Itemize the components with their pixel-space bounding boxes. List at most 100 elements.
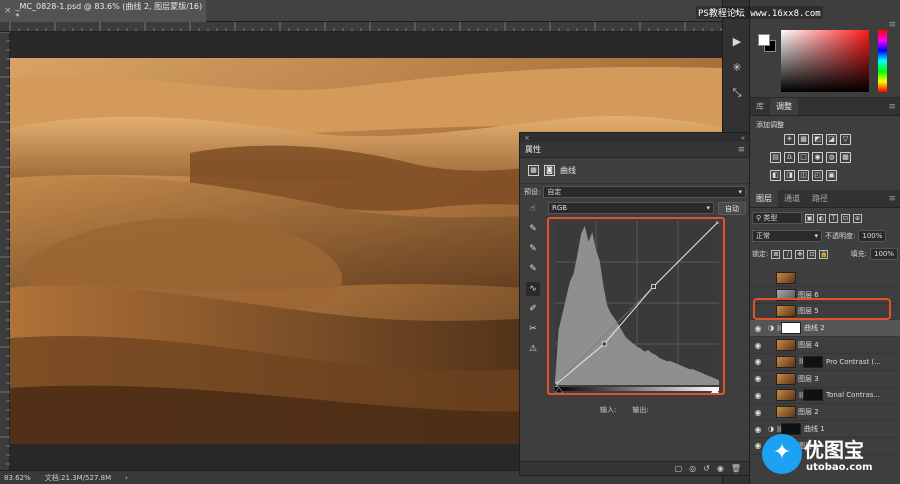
layer-filter-icon[interactable]: T — [829, 213, 838, 223]
properties-title[interactable]: 属性 — [525, 144, 541, 155]
play-icon[interactable]: ▶ — [728, 32, 746, 50]
channel-select[interactable]: RGB ▾ — [548, 202, 714, 214]
adjustment-icon[interactable]: ◨ — [784, 170, 795, 181]
adjustment-icon[interactable]: ◩ — [812, 134, 823, 145]
eye-icon[interactable]: ◉ — [750, 408, 766, 417]
color-picker-field[interactable] — [781, 30, 869, 92]
lock-icon[interactable]: ⊡ — [807, 249, 817, 259]
layer-mask-thumbnail[interactable] — [781, 322, 801, 335]
adjustment-icon[interactable]: ◪ — [826, 134, 837, 145]
blend-mode-select[interactable]: 正常 ▾ — [752, 230, 822, 242]
adjustment-icon[interactable]: ☀ — [784, 134, 795, 145]
tab-adjustments[interactable]: 调整 — [770, 98, 798, 115]
hue-slider[interactable] — [878, 30, 887, 92]
tab-layers[interactable]: 图层 — [750, 190, 778, 207]
auto-button[interactable]: 自动 — [718, 202, 746, 215]
tab-paths[interactable]: 路径 — [806, 190, 834, 207]
curves-tool-icon[interactable]: ∿ — [526, 282, 540, 296]
layer-thumbnail[interactable] — [776, 406, 796, 419]
curve-control-point[interactable] — [555, 382, 558, 388]
foreground-color-swatch[interactable] — [758, 34, 770, 46]
adjustment-icon[interactable]: ◰ — [812, 170, 823, 181]
layer-mask-thumbnail[interactable] — [803, 355, 823, 368]
properties-action-icon[interactable]: ◉ — [717, 464, 724, 473]
layer-row[interactable]: 图层 5 — [750, 304, 900, 321]
adjustment-icon[interactable]: ▦ — [798, 134, 809, 145]
fill-input[interactable]: 100% — [869, 248, 898, 260]
curve-control-point[interactable] — [601, 341, 607, 347]
layer-name[interactable]: 图层 4 — [798, 340, 819, 350]
curves-adjustment-icon[interactable]: ▦ — [528, 165, 539, 176]
layer-filter-icon[interactable]: ⊡ — [841, 213, 850, 223]
properties-titlebar[interactable]: × « — [520, 133, 749, 142]
adjustment-icon[interactable]: ▣ — [826, 170, 837, 181]
lock-icon[interactable]: ✥ — [795, 249, 805, 259]
layer-kind-filter[interactable]: ⚲ 类型 — [752, 212, 802, 224]
curves-tool-icon[interactable]: ☝ — [526, 202, 540, 216]
layer-thumbnail[interactable] — [776, 271, 796, 284]
layer-name[interactable]: Pro Contrast (... — [826, 358, 881, 366]
transform-icon[interactable]: ⤡ — [728, 84, 746, 102]
settings-gear-icon[interactable]: ✳ — [728, 58, 746, 76]
layer-row[interactable]: ◉ ⛓ Pro Contrast (... — [750, 354, 900, 371]
layer-row[interactable]: ◉ 图层 4 — [750, 337, 900, 354]
curves-tool-icon[interactable]: ✂ — [526, 322, 540, 336]
layer-thumbnail[interactable] — [776, 288, 796, 301]
properties-action-icon[interactable]: ▢ — [675, 464, 683, 473]
lock-icon[interactable]: ⊠ — [771, 249, 781, 259]
layer-row[interactable]: ◉ 图层 3 — [750, 371, 900, 388]
layer-name[interactable]: Tonal Contras... — [826, 391, 880, 399]
curve-control-point[interactable] — [651, 284, 656, 289]
layer-name[interactable]: 图层 6 — [798, 290, 819, 300]
adjustment-icon[interactable]: ◉ — [812, 152, 823, 163]
layer-thumbnail[interactable] — [776, 355, 796, 368]
adjustment-icon[interactable]: ▦ — [840, 152, 851, 163]
layer-row[interactable]: ◉ ◑ ⛓ 曲线 2 — [750, 320, 900, 338]
layer-thumbnail[interactable] — [776, 372, 796, 385]
layer-row[interactable]: ◉ 图层 2 — [750, 404, 900, 422]
preset-select[interactable]: 自定 ▾ — [543, 185, 746, 198]
curve-control-point[interactable] — [716, 221, 719, 224]
adjust-panel-menu-icon[interactable]: ≡ — [888, 98, 900, 115]
ruler-vertical[interactable] — [0, 31, 10, 470]
eye-icon[interactable]: ◉ — [750, 357, 766, 366]
zoom-level[interactable]: 83.62% — [4, 474, 31, 482]
adjustment-icon[interactable]: ▤ — [770, 152, 781, 163]
eye-icon[interactable]: ◉ — [750, 374, 766, 383]
curves-tool-icon[interactable]: ⚠ — [526, 342, 540, 356]
layer-name[interactable]: 图层 2 — [798, 407, 819, 417]
layer-mask-icon[interactable]: ◙ — [544, 165, 555, 176]
properties-action-icon[interactable]: ◎ — [689, 464, 696, 473]
layer-filter-icon[interactable]: ⊕ — [853, 213, 862, 223]
properties-close-icon[interactable]: × — [524, 134, 530, 142]
layers-panel-menu-icon[interactable]: ≡ — [888, 190, 900, 207]
curves-tool-icon[interactable]: ✐ — [526, 302, 540, 316]
lock-icon[interactable]: 🔒 — [819, 249, 829, 259]
status-arrow-icon[interactable]: › — [125, 474, 128, 482]
properties-action-icon[interactable]: ↺ — [703, 464, 710, 473]
eye-icon[interactable]: ◉ — [750, 324, 766, 333]
eye-icon[interactable]: ◉ — [750, 341, 766, 350]
properties-collapse-icon[interactable]: « — [741, 134, 745, 142]
close-tab-icon[interactable]: × — [4, 6, 12, 16]
adjustment-icon[interactable]: ♎ — [784, 152, 795, 163]
lock-icon[interactable]: ∕ — [783, 249, 793, 259]
adjustment-icon[interactable]: ▽ — [840, 134, 851, 145]
adjustment-icon[interactable]: ◧ — [770, 170, 781, 181]
curves-tool-icon[interactable]: ✎ — [526, 242, 540, 256]
properties-menu-icon[interactable]: ≡ — [737, 145, 749, 155]
layer-row[interactable]: 图层 6 — [750, 287, 900, 304]
curves-graph[interactable] — [555, 221, 719, 393]
opacity-input[interactable]: 100% — [858, 230, 887, 242]
adjustment-icon[interactable]: ◫ — [798, 170, 809, 181]
layer-filter-icon[interactable]: ◐ — [817, 213, 826, 223]
eye-icon[interactable]: ◉ — [750, 391, 766, 400]
layer-name[interactable]: 图层 3 — [798, 374, 819, 384]
layer-name[interactable]: 图层 5 — [798, 306, 819, 316]
properties-action-icon[interactable]: 🗑 — [731, 464, 741, 473]
layer-thumbnail[interactable] — [776, 339, 796, 352]
color-panel-menu-icon[interactable]: ≡ — [888, 20, 896, 30]
adjustment-icon[interactable]: □ — [798, 152, 809, 163]
curves-tool-icon[interactable]: ✎ — [526, 222, 540, 236]
adjustment-icon[interactable]: ◍ — [826, 152, 837, 163]
